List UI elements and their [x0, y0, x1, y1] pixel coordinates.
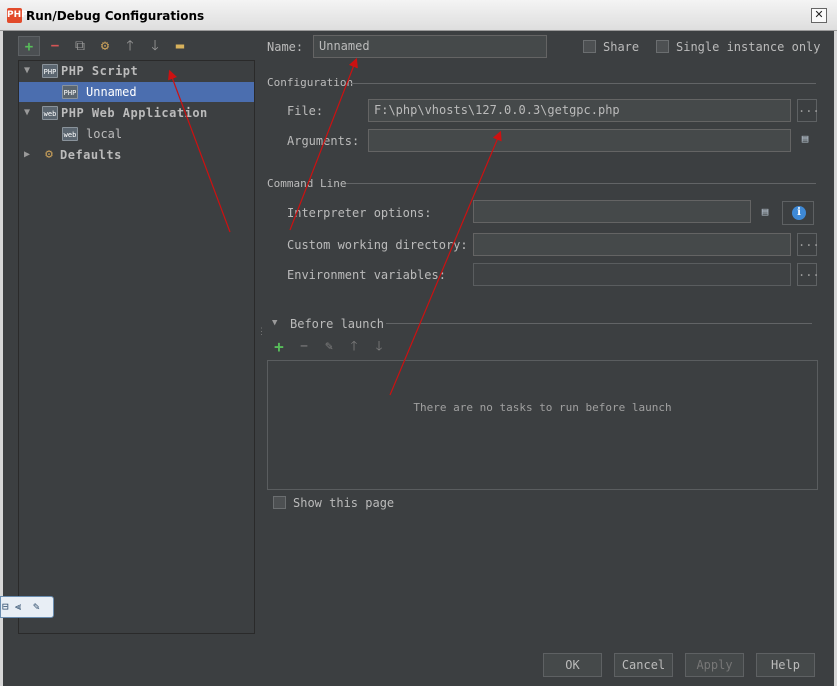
interpreter-options-field[interactable] — [473, 200, 751, 223]
window-title: Run/Debug Configurations — [26, 9, 205, 23]
expand-editor-icon[interactable]: ▤ — [756, 205, 774, 221]
name-label: Name: — [267, 40, 304, 54]
share-checkbox[interactable] — [583, 40, 596, 53]
name-field[interactable]: Unnamed — [313, 35, 547, 58]
file-label: File: — [287, 104, 324, 118]
share-label: Share — [603, 40, 640, 54]
folder-icon[interactable]: ▬ — [169, 36, 191, 56]
copy-configuration-icon[interactable]: ⧉ — [69, 36, 91, 56]
close-window-button[interactable]: ✕ — [811, 8, 827, 23]
configuration-section-title: Configuration — [267, 76, 354, 89]
edit-task-icon[interactable]: ✎ — [320, 339, 338, 355]
edit-defaults-icon[interactable]: ⚙ — [94, 36, 116, 56]
expand-arrow-icon[interactable]: ▼ — [22, 61, 32, 81]
phpstorm-app-icon: PHP — [7, 8, 28, 23]
tree-item-php-web-application[interactable]: ▼ web PHP Web Application — [19, 103, 254, 123]
expand-editor-icon[interactable]: ▤ — [796, 132, 814, 148]
cancel-button[interactable]: Cancel — [614, 653, 673, 677]
ok-button[interactable]: OK — [543, 653, 602, 677]
expand-arrow-icon[interactable]: ▼ — [22, 103, 32, 123]
browse-file-button[interactable]: ... — [797, 99, 820, 122]
section-divider — [346, 183, 816, 184]
php-web-app-icon: web — [42, 106, 58, 120]
title-bar: PHP Run/Debug Configurations ✕ — [0, 0, 837, 31]
add-configuration-button[interactable]: + — [18, 36, 40, 56]
section-divider — [351, 83, 816, 84]
show-this-page-checkbox[interactable] — [273, 496, 286, 509]
wrench-icon: ⚙ — [45, 147, 53, 162]
single-instance-label: Single instance only — [676, 40, 821, 54]
help-button[interactable]: Help — [756, 653, 815, 677]
php-script-icon: PHP — [62, 85, 78, 99]
collapse-icon[interactable]: ⊟ — [2, 597, 9, 617]
browse-directory-button[interactable]: ... — [797, 233, 820, 256]
custom-working-directory-field[interactable] — [473, 233, 791, 256]
sort-icon[interactable]: ⫷ — [15, 597, 21, 617]
command-line-section-title: Command Line — [267, 177, 347, 190]
move-task-down-icon[interactable]: 🡓 — [370, 339, 388, 355]
tree-item-label: Defaults — [60, 148, 122, 162]
tree-item-local[interactable]: web local — [19, 124, 254, 144]
info-button[interactable]: i — [782, 201, 814, 225]
splitter-handle[interactable]: ⋮ — [257, 327, 266, 341]
remove-task-button[interactable]: − — [295, 339, 313, 355]
file-field[interactable]: F:\php\vhosts\127.0.0.3\getgpc.php — [368, 99, 791, 122]
tree-item-label: Unnamed — [86, 85, 137, 99]
before-launch-title[interactable]: Before launch — [290, 317, 384, 331]
php-web-app-icon: web — [62, 127, 78, 141]
environment-variables-label: Environment variables: — [287, 268, 446, 282]
arguments-field[interactable] — [368, 129, 791, 152]
section-divider — [386, 323, 812, 324]
move-up-icon[interactable]: 🡑 — [119, 36, 141, 56]
apply-button[interactable]: Apply — [685, 653, 744, 677]
interpreter-options-label: Interpreter options: — [287, 206, 432, 220]
window-frame-left — [0, 31, 3, 686]
collapse-before-launch-icon[interactable]: ▼ — [272, 318, 277, 328]
arguments-label: Arguments: — [287, 134, 360, 148]
wrench-icon[interactable]: ✎ — [33, 597, 40, 617]
tree-item-defaults[interactable]: ▶ ⚙ Defaults — [19, 145, 254, 165]
remove-configuration-button[interactable]: − — [44, 36, 66, 56]
move-down-icon[interactable]: 🡓 — [144, 36, 166, 56]
before-launch-task-list[interactable]: There are no tasks to run before launch — [267, 360, 818, 490]
show-this-page-label: Show this page — [293, 496, 395, 510]
add-task-button[interactable]: + — [270, 339, 288, 355]
environment-variables-field[interactable] — [473, 263, 791, 286]
tree-item-unnamed[interactable]: PHP Unnamed — [19, 82, 254, 102]
expand-arrow-icon[interactable]: ▶ — [22, 145, 32, 165]
php-script-icon: PHP — [42, 64, 58, 78]
edit-environment-variables-button[interactable]: ... — [797, 263, 820, 286]
tree-item-php-script[interactable]: ▼ PHP PHP Script — [19, 61, 254, 81]
tree-item-label: PHP Web Application — [61, 106, 208, 120]
custom-working-directory-label: Custom working directory: — [287, 238, 468, 252]
single-instance-checkbox[interactable] — [656, 40, 669, 53]
tree-item-label: PHP Script — [61, 64, 139, 78]
floating-toolbar: ⊟ ⫷ ✎ — [0, 596, 54, 618]
info-icon: i — [792, 206, 806, 220]
move-task-up-icon[interactable]: 🡑 — [345, 339, 363, 355]
empty-tasks-text: There are no tasks to run before launch — [413, 401, 672, 414]
tree-item-label: local — [86, 127, 123, 141]
